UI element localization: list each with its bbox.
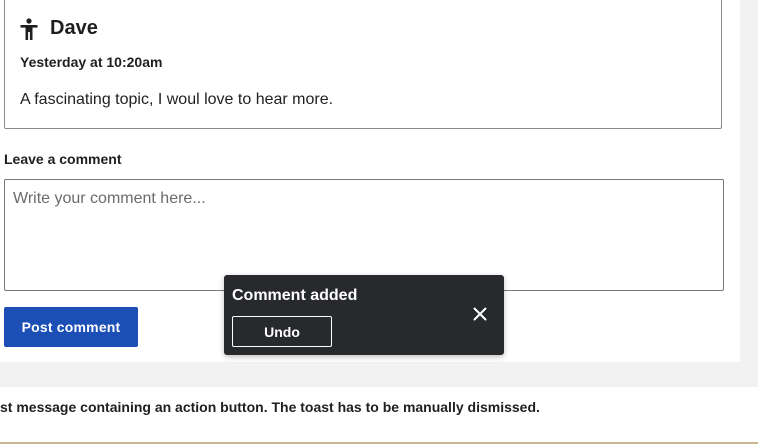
toast: Comment added Undo <box>224 275 504 355</box>
toast-close-button[interactable] <box>468 303 492 327</box>
comment-body: A fascinating topic, I woul love to hear… <box>20 91 334 108</box>
comment-timestamp: Yesterday at 10:20am <box>20 54 163 70</box>
comment-author-row: Dave <box>20 17 98 40</box>
undo-button[interactable]: Undo <box>232 316 332 347</box>
toast-title: Comment added <box>232 287 358 304</box>
comment-field-label: Leave a comment <box>4 151 122 167</box>
comment-item: Dave Yesterday at 10:20am A fascinating … <box>4 0 722 129</box>
close-icon <box>473 307 487 324</box>
post-comment-button[interactable]: Post comment <box>4 307 138 347</box>
example-description: st message containing an action button. … <box>0 399 540 415</box>
comment-author: Dave <box>50 17 98 39</box>
person-icon <box>20 17 38 40</box>
